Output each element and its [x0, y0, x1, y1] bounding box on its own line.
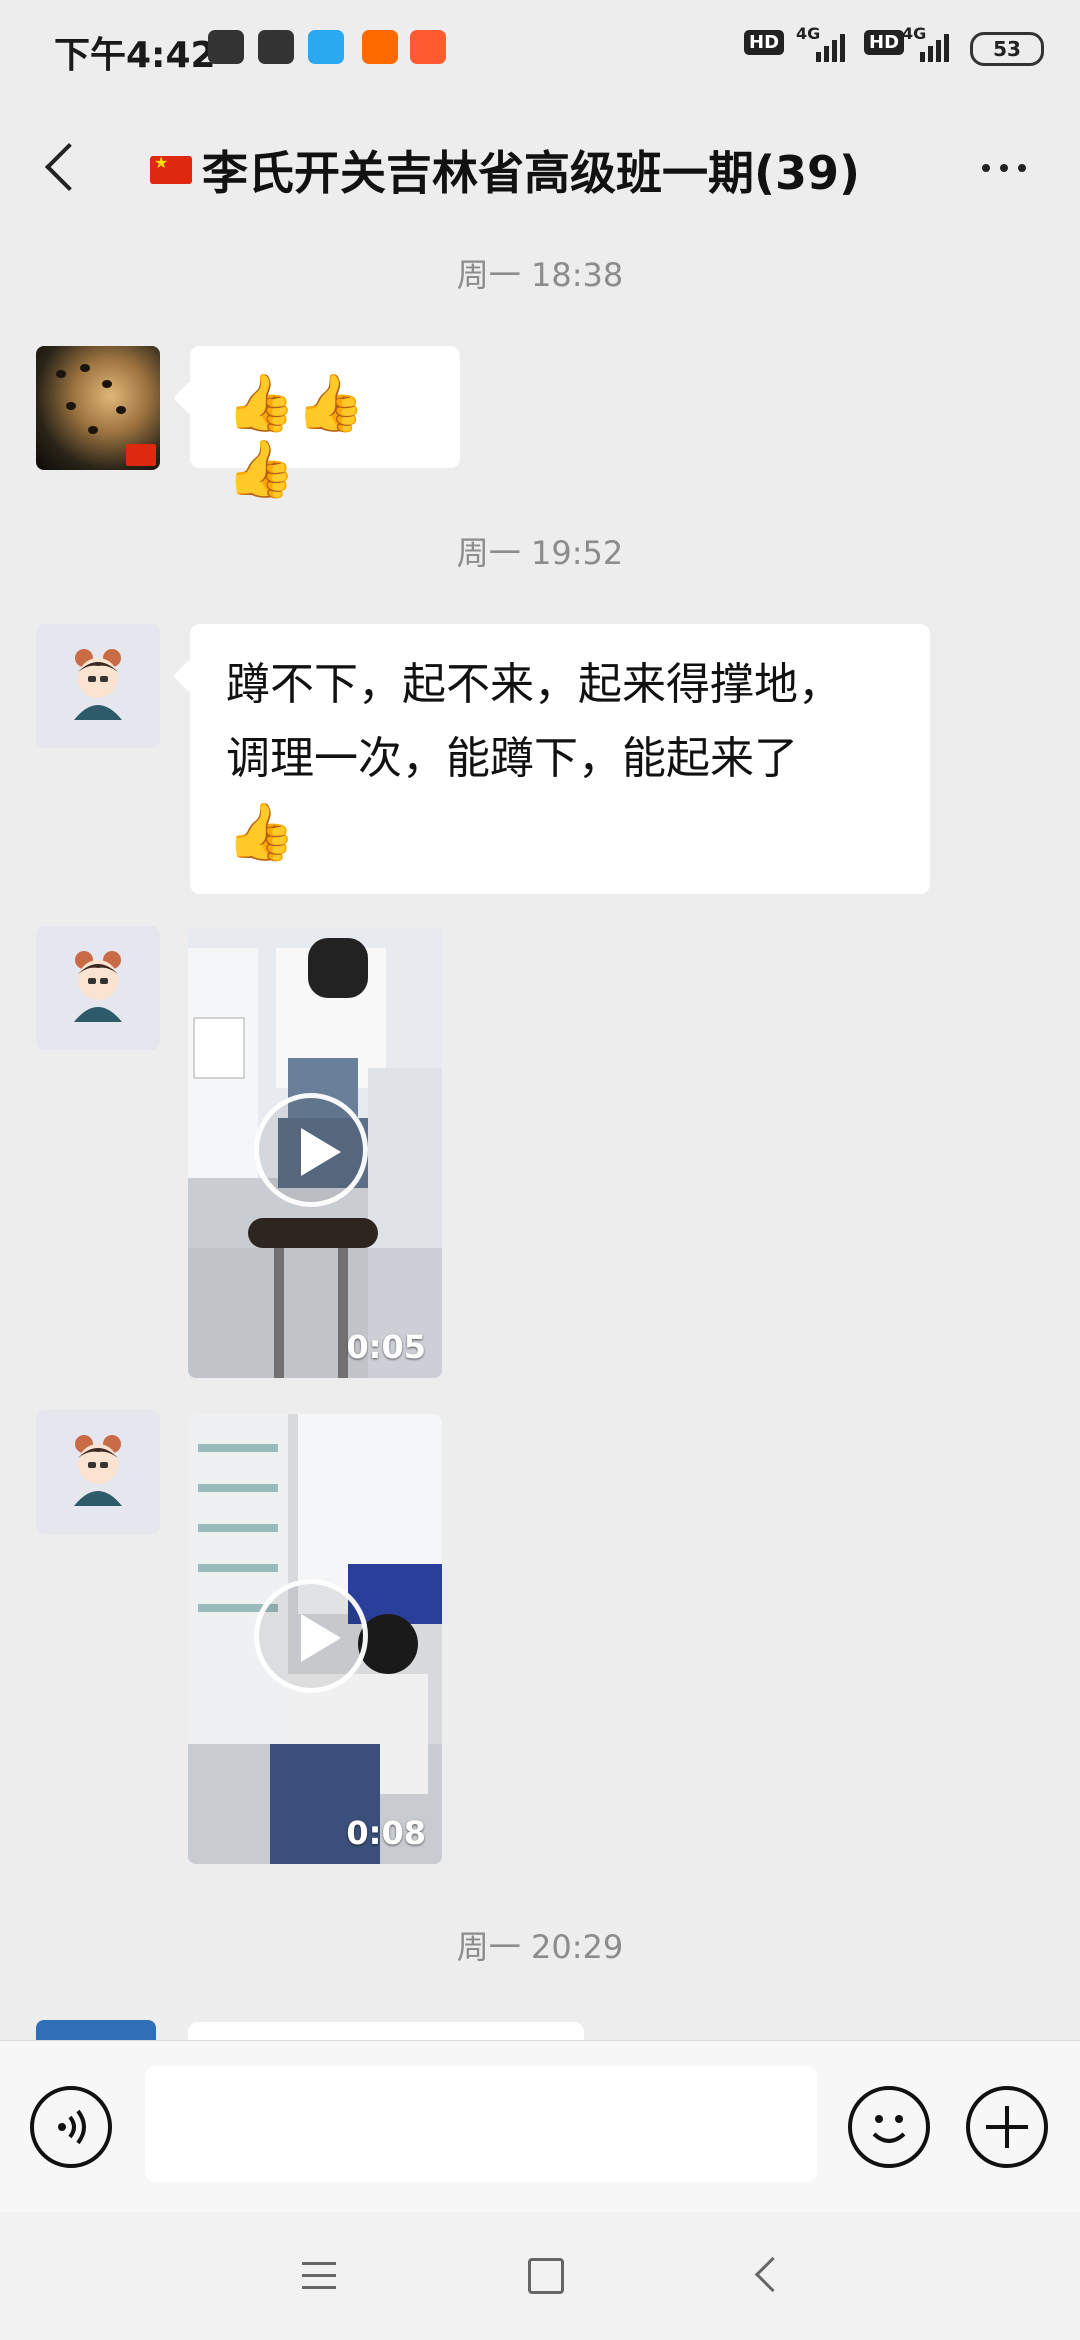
video-message[interactable]: 0:08	[188, 1414, 442, 1864]
play-icon[interactable]	[254, 1579, 368, 1693]
smiley-icon	[872, 2115, 906, 2143]
battery-icon: 53	[970, 32, 1044, 66]
home-icon[interactable]	[528, 2258, 564, 2294]
message-icon-2	[258, 30, 294, 64]
message-bubble-partial[interactable]	[188, 2022, 584, 2040]
app-icon-blue	[308, 30, 344, 64]
dot-icon	[1000, 164, 1008, 172]
signal-icon-1	[816, 30, 845, 62]
signal-icon-2	[920, 30, 949, 62]
avatar-cartoon[interactable]	[36, 926, 160, 1050]
status-time: 下午4:42	[54, 35, 216, 76]
video-message[interactable]: 0:05	[188, 928, 442, 1378]
hd-label-2: HD	[864, 30, 905, 55]
chat-title: 李氏开关吉林省高级班一期(39)	[150, 140, 940, 200]
thumbs-up-emoji: 👍	[226, 800, 296, 865]
more-options-button[interactable]	[962, 148, 1046, 188]
hd-label-1: HD	[744, 30, 785, 55]
flag-badge-icon	[126, 444, 156, 466]
avatar-cartoon[interactable]	[36, 624, 160, 748]
timestamp: 周一 19:52	[456, 534, 624, 572]
message-text: 蹲不下，起不来，起来得撑地， 调理一次，能蹲下，能起来了 👍	[226, 648, 894, 874]
emoji-button[interactable]	[848, 2086, 930, 2168]
avatar-cartoon[interactable]	[36, 1410, 160, 1534]
china-flag-icon	[150, 153, 192, 184]
cartoon-boy-icon	[74, 951, 122, 1022]
message-icon	[208, 30, 244, 64]
voice-input-button[interactable]	[30, 2086, 112, 2168]
app-icon-orange	[362, 30, 398, 64]
message-bubble[interactable]: 👍👍👍	[190, 346, 460, 502]
dot-icon	[982, 164, 990, 172]
message-input[interactable]	[145, 2066, 817, 2182]
video-duration: 0:08	[346, 1814, 426, 1852]
thumbs-up-emoji: 👍👍👍	[226, 371, 366, 502]
menu-icon[interactable]	[302, 2262, 336, 2290]
app-icon-red	[410, 30, 446, 64]
video-duration: 0:05	[346, 1328, 426, 1366]
message-bubble[interactable]: 蹲不下，起不来，起来得撑地， 调理一次，能蹲下，能起来了 👍	[190, 624, 930, 894]
more-actions-button[interactable]	[966, 2086, 1048, 2168]
timestamp: 周一 20:29	[456, 1928, 624, 1966]
voice-icon	[58, 2109, 86, 2145]
chat-title-text: 李氏开关吉林省高级班一期(39)	[202, 146, 861, 200]
play-icon[interactable]	[254, 1093, 368, 1207]
avatar-partial[interactable]	[36, 2020, 156, 2040]
cartoon-boy-icon	[74, 649, 122, 720]
status-bar: 下午4:42 HD 4G HD 4G 53	[0, 0, 1080, 96]
cartoon-boy-icon	[74, 1435, 122, 1506]
timestamp: 周一 18:38	[456, 256, 624, 294]
dot-icon	[1018, 164, 1026, 172]
message-line-1: 蹲不下，起不来，起来得撑地，	[226, 659, 842, 710]
back-button[interactable]	[36, 136, 88, 200]
message-line-2: 调理一次，能蹲下，能起来了	[226, 733, 798, 784]
avatar-leopard[interactable]	[36, 346, 160, 470]
